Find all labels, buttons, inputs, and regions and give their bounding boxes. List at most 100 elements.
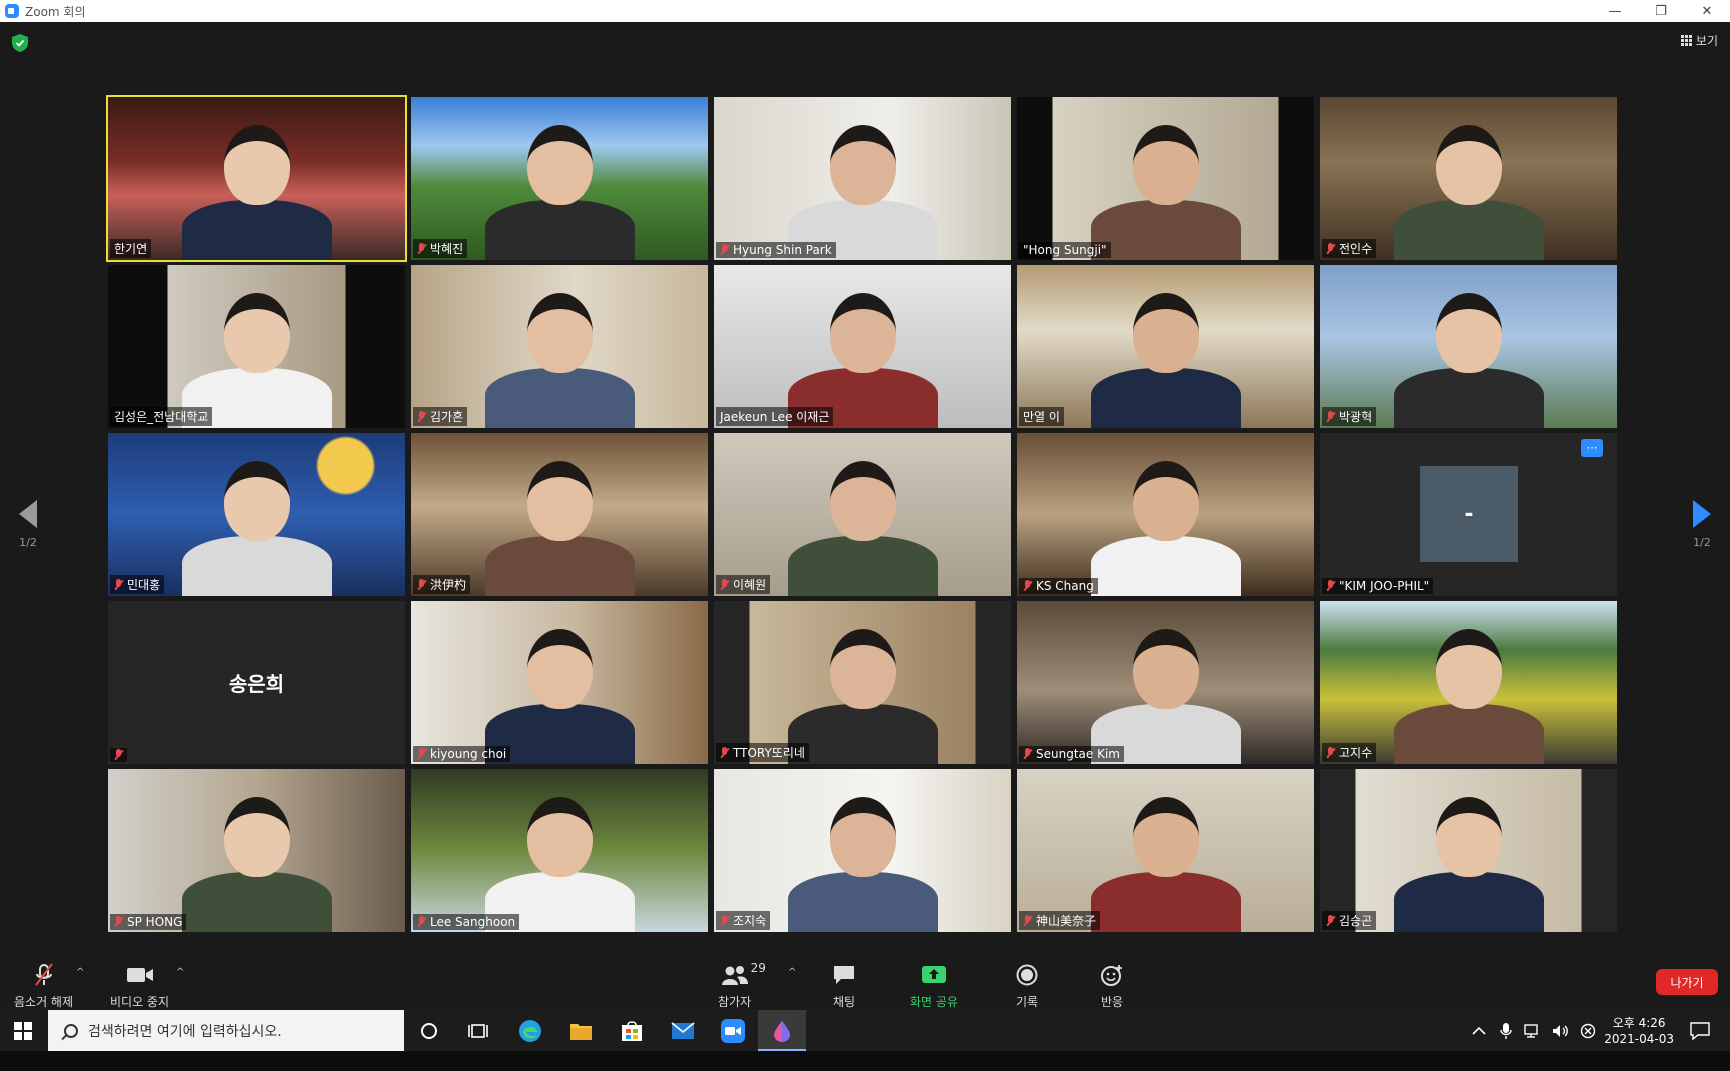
taskbar-search-box[interactable]: 검색하려면 여기에 입력하십시오.	[48, 1010, 404, 1051]
participant-name-tag: Seungtae Kim	[1019, 746, 1124, 762]
participant-tile[interactable]: SP HONG	[108, 769, 405, 932]
participant-video-body	[484, 200, 635, 260]
participant-name-tag: 만열 이	[1019, 407, 1064, 426]
view-label: 보기	[1695, 34, 1718, 48]
view-toggle-button[interactable]: 보기	[1680, 32, 1718, 49]
zoom-taskbar-icon[interactable]	[721, 1019, 745, 1043]
audio-options-caret[interactable]: ^	[76, 967, 84, 978]
minimize-button[interactable]: —	[1592, 0, 1638, 22]
participant-tile[interactable]: TTORY또리네	[714, 601, 1011, 764]
participant-tile[interactable]: 神山美奈子	[1017, 769, 1314, 932]
microphone-tray-icon[interactable]	[1500, 1022, 1512, 1040]
participant-tile[interactable]: 조지숙	[714, 769, 1011, 932]
participant-tile[interactable]: "Hong Sungji"	[1017, 97, 1314, 260]
participant-name: kiyoung choi	[430, 747, 507, 761]
network-icon[interactable]	[1524, 1023, 1542, 1039]
participant-tile[interactable]: Lee Sanghoon	[411, 769, 708, 932]
participant-video-face	[526, 629, 593, 709]
participant-video-face	[1132, 461, 1199, 541]
participant-name: 김성은_전남대학교	[114, 410, 209, 424]
task-view-icon[interactable]	[466, 1019, 490, 1043]
participant-tile[interactable]: 박혜진	[411, 97, 708, 260]
participant-video-face	[223, 797, 290, 877]
taskbar-clock[interactable]: 오후 4:26 2021-04-03	[1604, 1015, 1674, 1047]
participant-tile[interactable]: 박광혁	[1320, 265, 1617, 428]
notifications-icon[interactable]	[1690, 1021, 1710, 1040]
participant-name-tag: Lee Sanghoon	[413, 914, 520, 930]
participant-tile[interactable]: 김가흔	[411, 265, 708, 428]
microphone-muted-icon	[417, 916, 426, 928]
edge-browser-icon[interactable]	[518, 1019, 542, 1043]
participant-video-body	[787, 704, 938, 764]
volume-icon[interactable]	[1552, 1023, 1570, 1039]
stop-video-button[interactable]: 비디오 중지	[110, 963, 169, 1010]
participant-tile[interactable]: Hyung Shin Park	[714, 97, 1011, 260]
ime-status-icon[interactable]	[1580, 1023, 1596, 1039]
prev-page-button[interactable]: 1/2	[8, 500, 48, 560]
cortana-icon[interactable]	[417, 1019, 441, 1043]
next-page-button[interactable]: 1/2	[1682, 500, 1722, 560]
share-screen-button[interactable]: 화면 공유	[910, 963, 958, 1010]
video-options-caret[interactable]: ^	[176, 967, 184, 978]
participant-tile[interactable]: 민대홍	[108, 433, 405, 596]
participants-options-caret[interactable]: ^	[788, 967, 796, 978]
participant-tile[interactable]: Jaekeun Lee 이재근	[714, 265, 1011, 428]
participant-tile[interactable]: Seungtae Kim	[1017, 601, 1314, 764]
participant-video-face	[526, 293, 593, 373]
video-gallery: 한기연 박혜진 Hyung Shin Park "Hong Sungji" 전인수김성은…	[106, 95, 1622, 935]
show-hidden-icons-chevron-up-icon[interactable]	[1472, 1026, 1486, 1036]
participant-tile[interactable]: 洪伊杓	[411, 433, 708, 596]
participant-name-tag: 김성은_전남대학교	[110, 407, 213, 426]
participant-name: Jaekeun Lee 이재근	[720, 410, 830, 424]
participant-video-face	[1435, 797, 1502, 877]
reactions-button[interactable]: 반응	[1100, 963, 1124, 1010]
participant-tile[interactable]: 이혜원	[714, 433, 1011, 596]
windows-start-icon[interactable]	[14, 1022, 32, 1040]
participant-name: Hyung Shin Park	[733, 243, 832, 257]
participant-more-options-button[interactable]: ···	[1581, 439, 1603, 457]
participant-video-face	[829, 293, 896, 373]
participant-tile[interactable]: 한기연	[106, 95, 407, 262]
microphone-muted-icon	[417, 578, 426, 591]
page-indicator-left: 1/2	[19, 536, 37, 549]
participant-video-face	[526, 461, 593, 541]
participant-tile[interactable]: kiyoung choi	[411, 601, 708, 764]
participant-name: 김가흔	[430, 410, 464, 424]
encryption-shield-icon[interactable]	[12, 34, 28, 52]
microphone-muted-icon	[114, 749, 123, 761]
participant-video-body	[1393, 200, 1544, 260]
participant-video-body	[1393, 872, 1544, 932]
participant-name: 김승곤	[1339, 914, 1373, 928]
unmute-label: 음소거 해제	[14, 995, 74, 1009]
participant-name: 조지숙	[733, 914, 767, 928]
participant-tile[interactable]: 송은희	[108, 601, 405, 764]
participant-video-face	[829, 125, 896, 205]
participant-tile[interactable]: - ··· "KIM JOO-PHIL"	[1320, 433, 1617, 596]
participant-avatar: -	[1420, 466, 1518, 562]
microphone-muted-icon	[417, 242, 426, 255]
chat-button[interactable]: 채팅	[832, 963, 856, 1010]
search-icon	[64, 1023, 78, 1038]
participant-tile[interactable]: KS Chang	[1017, 433, 1314, 596]
restore-button[interactable]: ❐	[1638, 0, 1684, 22]
participant-tile[interactable]: 전인수	[1320, 97, 1617, 260]
unmute-button[interactable]: 음소거 해제	[14, 963, 73, 1010]
participant-tile[interactable]: 만열 이	[1017, 265, 1314, 428]
close-button[interactable]: ✕	[1684, 0, 1730, 22]
participants-button[interactable]: 29 참가자	[718, 961, 766, 1010]
paint-app-icon[interactable]	[770, 1019, 794, 1043]
participant-name: TTORY또리네	[733, 746, 805, 760]
chat-label: 채팅	[832, 995, 856, 1009]
microsoft-store-icon[interactable]	[620, 1019, 644, 1043]
file-explorer-icon[interactable]	[569, 1019, 593, 1043]
chat-bubble-icon	[834, 966, 854, 984]
record-icon	[1016, 964, 1038, 986]
mail-icon[interactable]	[671, 1019, 695, 1043]
page-indicator-right: 1/2	[1693, 536, 1711, 549]
participant-tile[interactable]: 김승곤	[1320, 769, 1617, 932]
participant-tile[interactable]: 고지수	[1320, 601, 1617, 764]
participant-tile[interactable]: 김성은_전남대학교	[108, 265, 405, 428]
record-button[interactable]: 기록	[1016, 963, 1038, 1010]
share-label: 화면 공유	[910, 995, 958, 1009]
leave-meeting-button[interactable]: 나가기	[1656, 969, 1718, 995]
